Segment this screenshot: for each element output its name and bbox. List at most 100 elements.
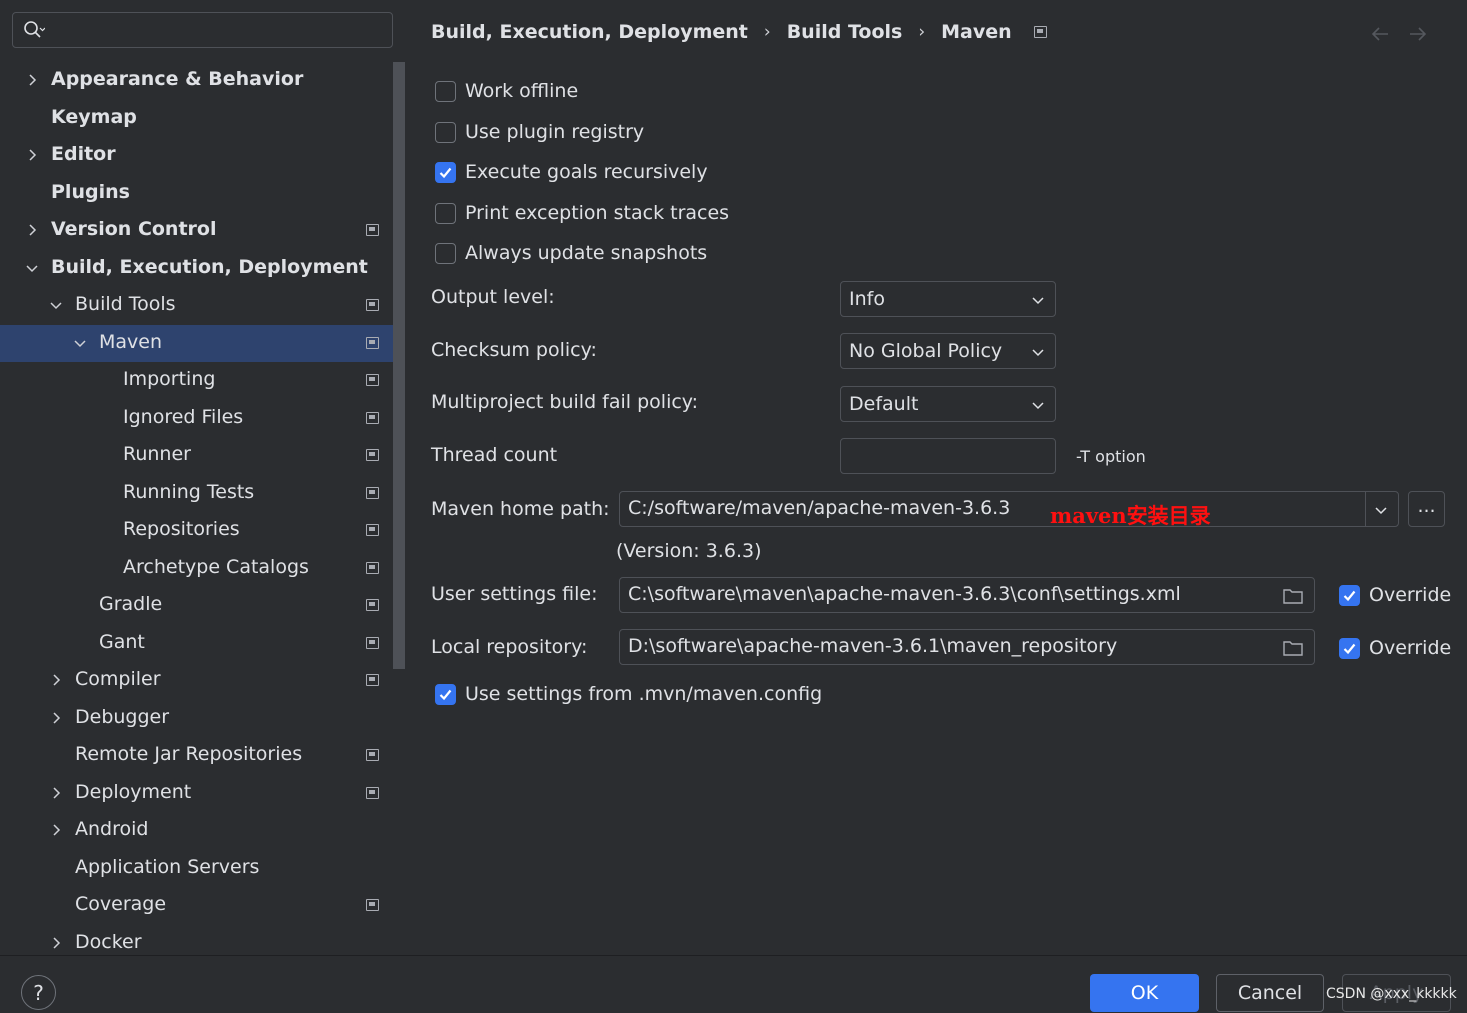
thread-count-input[interactable]: [840, 438, 1056, 474]
cancel-button[interactable]: Cancel: [1216, 974, 1324, 1012]
execute-goals-recursively-option[interactable]: Execute goals recursively: [435, 159, 708, 185]
checksum-policy-value: No Global Policy: [849, 340, 1003, 362]
sidebar-item-label: Debugger: [75, 705, 170, 728]
user-settings-override-checkbox[interactable]: [1339, 584, 1360, 606]
thread-count-hint: -T option: [1076, 447, 1146, 466]
output-level-dropdown[interactable]: Info: [840, 281, 1056, 317]
sidebar-item-keymap[interactable]: Keymap: [0, 100, 405, 137]
chevron-right-icon[interactable]: [25, 73, 39, 87]
sidebar-item-build-execution-deployment[interactable]: Build, Execution, Deployment: [0, 250, 405, 287]
user-settings-input[interactable]: C:\software\maven\apache-maven-3.6.3\con…: [619, 577, 1315, 613]
chevron-down-icon[interactable]: [25, 261, 39, 275]
breadcrumb-build-tools[interactable]: Build Tools: [787, 21, 903, 43]
output-level-label: Output level:: [431, 286, 555, 308]
sidebar-item-gradle[interactable]: Gradle: [0, 587, 405, 624]
always-update-snapshots-option[interactable]: Always update snapshots: [435, 240, 707, 266]
help-icon: ?: [33, 980, 44, 1005]
project-page-icon: [1033, 26, 1047, 38]
sidebar-item-deployment[interactable]: Deployment: [0, 775, 405, 812]
project-page-icon: [366, 411, 379, 424]
maven-home-combobox[interactable]: C:/software/maven/apache-maven-3.6.3: [619, 491, 1399, 527]
sidebar-item-compiler[interactable]: Compiler: [0, 662, 405, 699]
use-mvn-config-option[interactable]: Use settings from .mvn/maven.config: [435, 681, 822, 707]
breadcrumb-maven: Maven: [941, 21, 1012, 43]
sidebar-item-label: Editor: [51, 143, 116, 165]
chevron-down-icon[interactable]: [73, 336, 87, 350]
chevron-right-icon[interactable]: [49, 786, 63, 800]
sidebar-item-build-tools[interactable]: Build Tools: [0, 287, 405, 324]
project-page-icon: [366, 674, 379, 686]
sidebar-item-ignored-files[interactable]: Ignored Files: [0, 400, 405, 437]
use-mvn-config-label: Use settings from .mvn/maven.config: [465, 683, 823, 705]
checkmark-icon: [439, 689, 452, 700]
sidebar-scrollbar[interactable]: [393, 62, 405, 669]
chevron-right-icon[interactable]: [49, 711, 63, 725]
sidebar-item-importing[interactable]: Importing: [0, 362, 405, 399]
sidebar-item-debugger[interactable]: Debugger: [0, 700, 405, 737]
always-update-snapshots-checkbox[interactable]: [435, 242, 456, 264]
watermark: CSDN @xxx_kkkkk: [1326, 986, 1457, 1002]
sidebar-item-coverage[interactable]: Coverage: [0, 887, 405, 924]
chevron-down-icon[interactable]: [1374, 503, 1388, 517]
sidebar-item-gant[interactable]: Gant: [0, 625, 405, 662]
folder-icon[interactable]: [1282, 638, 1304, 658]
print-exception-stack-traces-option[interactable]: Print exception stack traces: [435, 200, 729, 226]
settings-search-input[interactable]: [12, 12, 393, 48]
execute-goals-recursively-checkbox[interactable]: [435, 161, 456, 183]
sidebar-item-label: Deployment: [75, 780, 192, 803]
checksum-policy-dropdown[interactable]: No Global Policy: [840, 333, 1056, 369]
chevron-down-icon: [1032, 297, 1044, 305]
folder-icon[interactable]: [1282, 586, 1304, 606]
sidebar-item-runner[interactable]: Runner: [0, 437, 405, 474]
project-page-icon: [366, 524, 379, 536]
chevron-right-icon[interactable]: [49, 673, 63, 687]
fail-policy-dropdown[interactable]: Default: [840, 386, 1056, 422]
sidebar-item-remote-jar-repositories[interactable]: Remote Jar Repositories: [0, 737, 405, 774]
browse-button[interactable]: ...: [1408, 491, 1445, 527]
sidebar-item-appearance-behavior[interactable]: Appearance & Behavior: [0, 62, 405, 99]
use-plugin-registry-option[interactable]: Use plugin registry: [435, 119, 644, 145]
project-page-icon: [366, 299, 379, 311]
sidebar-item-label: Running Tests: [123, 480, 255, 503]
help-button[interactable]: ?: [21, 975, 56, 1010]
chevron-down-icon[interactable]: [49, 298, 63, 312]
use-mvn-config-checkbox[interactable]: [435, 683, 456, 705]
chevron-right-icon[interactable]: [25, 223, 39, 237]
project-page-icon: [366, 561, 379, 574]
user-settings-label: User settings file:: [431, 583, 598, 605]
chevron-right-icon[interactable]: [25, 148, 39, 162]
local-repository-override-checkbox[interactable]: [1339, 637, 1360, 659]
sidebar-item-archetype-catalogs[interactable]: Archetype Catalogs: [0, 550, 405, 587]
maven-home-label: Maven home path:: [431, 498, 610, 520]
local-repository-input[interactable]: D:\software\apache-maven-3.6.1\maven_rep…: [619, 629, 1315, 665]
sidebar-item-label: Keymap: [51, 105, 137, 128]
chevron-right-icon[interactable]: [49, 823, 63, 837]
output-level-value: Info: [849, 288, 885, 310]
forward-arrow-icon[interactable]: [1406, 22, 1430, 46]
sidebar-item-android[interactable]: Android: [0, 812, 405, 849]
sidebar-item-label: Archetype Catalogs: [123, 555, 309, 578]
breadcrumb-build-execution-deployment[interactable]: Build, Execution, Deployment: [431, 21, 748, 43]
ok-button[interactable]: OK: [1090, 974, 1199, 1012]
back-arrow-icon[interactable]: [1368, 22, 1392, 46]
work-offline-option[interactable]: Work offline: [435, 78, 578, 104]
work-offline-checkbox[interactable]: [435, 80, 456, 102]
sidebar-item-application-servers[interactable]: Application Servers: [0, 850, 405, 887]
sidebar-item-version-control[interactable]: Version Control: [0, 212, 405, 249]
user-settings-override-label: Override: [1369, 584, 1452, 606]
chevron-right-icon[interactable]: [49, 936, 63, 950]
sidebar-item-running-tests[interactable]: Running Tests: [0, 475, 405, 512]
sidebar-item-label: Repositories: [123, 518, 240, 540]
local-repository-value: D:\software\apache-maven-3.6.1\maven_rep…: [628, 635, 1118, 657]
sidebar-item-editor[interactable]: Editor: [0, 137, 405, 174]
thread-count-label: Thread count: [431, 444, 558, 466]
sidebar-item-repositories[interactable]: Repositories: [0, 512, 405, 549]
footer-divider: [0, 955, 1467, 956]
use-plugin-registry-checkbox[interactable]: [435, 121, 456, 143]
user-settings-override-option[interactable]: Override: [1339, 582, 1451, 608]
project-page-icon: [366, 486, 379, 499]
sidebar-item-plugins[interactable]: Plugins: [0, 175, 405, 212]
local-repository-override-option[interactable]: Override: [1339, 635, 1451, 661]
sidebar-item-maven[interactable]: Maven: [0, 324, 405, 362]
print-exception-stack-traces-checkbox[interactable]: [435, 202, 456, 224]
